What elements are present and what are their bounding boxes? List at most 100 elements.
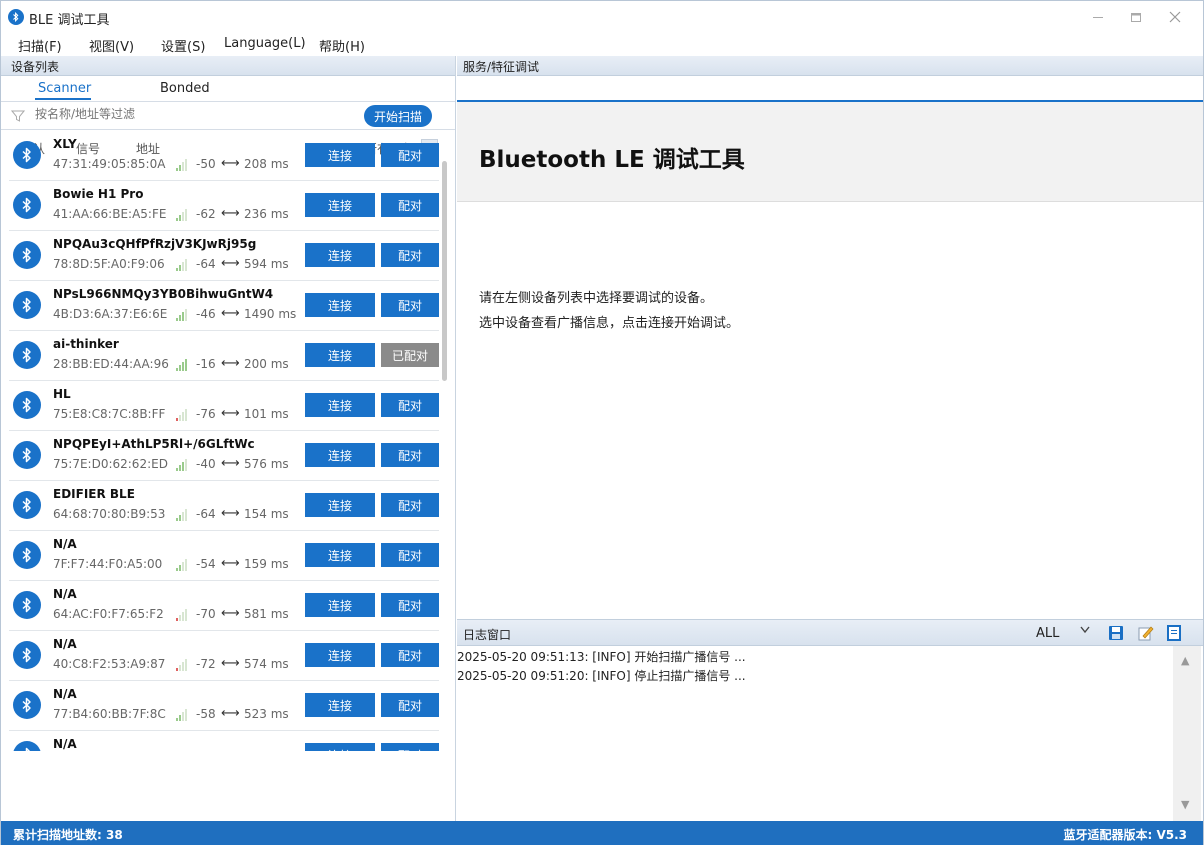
connect-button[interactable]: 连接 — [305, 593, 375, 617]
menu-help[interactable]: 帮助(H) — [319, 36, 365, 55]
device-rssi: -76 — [196, 407, 216, 421]
pair-button[interactable]: 配对 — [381, 643, 439, 667]
start-scan-button[interactable]: 开始扫描 — [364, 105, 432, 127]
scroll-down-icon[interactable]: ▼ — [1181, 798, 1189, 811]
scroll-up-icon[interactable]: ▲ — [1181, 654, 1189, 667]
device-address: 75:E8:C8:7C:8B:FF — [53, 407, 166, 421]
device-row[interactable]: N/A 64:AC:F0:F7:65:F2 -70 ⟷ 581 ms 连接 配对 — [9, 581, 439, 631]
filter-icon — [10, 109, 26, 126]
device-row[interactable]: NPQAu3cQHfPfRzjV3KJwRj95g 78:8D:5F:A0:F9:… — [9, 231, 439, 281]
bluetooth-icon — [13, 491, 41, 519]
connect-button[interactable]: 连接 — [305, 543, 375, 567]
pair-button[interactable]: 配对 — [381, 593, 439, 617]
device-row[interactable]: N/A 77:B4:60:BB:7F:8C -58 ⟷ 523 ms 连接 配对 — [9, 681, 439, 731]
device-rssi: -40 — [196, 457, 216, 471]
interval-arrow-icon: ⟷ — [221, 556, 240, 571]
bluetooth-icon — [13, 191, 41, 219]
device-address: 47:31:49:05:85:0A — [53, 157, 166, 171]
pair-button[interactable]: 配对 — [381, 193, 439, 217]
log-document-icon[interactable] — [1165, 624, 1183, 642]
device-list[interactable]: XLY 47:31:49:05:85:0A -50 ⟷ 208 ms 连接 配对 Bowie … — [1, 131, 441, 751]
connect-button[interactable]: 连接 — [305, 443, 375, 467]
pair-button[interactable]: 配对 — [381, 493, 439, 517]
pair-button[interactable]: 配对 — [381, 243, 439, 267]
signal-bar — [179, 215, 181, 221]
menu-settings[interactable]: 设置(S) — [161, 36, 205, 55]
pair-button[interactable]: 配对 — [381, 443, 439, 467]
device-row[interactable]: N/A 7F:F7:44:F0:A5:00 -54 ⟷ 159 ms 连接 配对 — [9, 531, 439, 581]
signal-strength-icon — [176, 409, 188, 421]
pair-button[interactable]: 配对 — [381, 293, 439, 317]
signal-bar — [185, 159, 187, 171]
tab-bonded[interactable]: Bonded — [160, 81, 210, 96]
pair-button[interactable]: 配对 — [381, 743, 439, 751]
device-name: N/A — [53, 737, 77, 751]
maximize-button[interactable] — [1119, 5, 1153, 29]
device-row[interactable]: NPQPEyI+AthLP5Rl+/6GLftWc 75:7E:D0:62:62:… — [9, 431, 439, 481]
device-row[interactable]: HL 75:E8:C8:7C:8B:FF -76 ⟷ 101 ms 连接 配对 — [9, 381, 439, 431]
edit-clear-icon[interactable] — [1137, 624, 1155, 642]
device-row[interactable]: NPsL966NMQy3YB0BihwuGntW4 4B:D3:6A:37:E6:… — [9, 281, 439, 331]
service-tab-strip — [457, 76, 1203, 102]
connect-button[interactable]: 连接 — [305, 243, 375, 267]
connect-button[interactable]: 连接 — [305, 693, 375, 717]
signal-strength-icon — [176, 359, 188, 371]
device-row[interactable]: N/A 40:C8:F2:53:A9:87 -72 ⟷ 574 ms 连接 配对 — [9, 631, 439, 681]
signal-bar — [185, 559, 187, 571]
device-row[interactable]: N/A54:70:64:2A:8B:33-56⟷2623 ms连接配对 — [9, 731, 439, 751]
signal-bar — [182, 612, 184, 621]
signal-bar — [176, 268, 178, 271]
log-level-select[interactable]: ALL — [1036, 626, 1059, 641]
signal-bar — [182, 562, 184, 571]
menu-view[interactable]: 视图(V) — [89, 36, 134, 55]
pair-button[interactable]: 配对 — [381, 393, 439, 417]
device-list-scrollbar[interactable] — [442, 161, 447, 381]
log-header: 日志窗口 ALL — [457, 620, 1203, 646]
signal-bar — [176, 168, 178, 171]
device-row[interactable]: Bowie H1 Pro 41:AA:66:BE:A5:FE -62 ⟷ 236 ms 连… — [9, 181, 439, 231]
device-row[interactable]: EDIFIER BLE 64:68:70:80:B9:53 -64 ⟷ 154 ms 连接… — [9, 481, 439, 531]
minimize-button[interactable] — [1081, 5, 1115, 29]
device-address: 28:BB:ED:44:AA:96 — [53, 357, 169, 371]
pair-button[interactable]: 配对 — [381, 693, 439, 717]
connect-button[interactable]: 连接 — [305, 343, 375, 367]
connect-button[interactable]: 连接 — [305, 743, 375, 751]
signal-bar — [182, 662, 184, 671]
device-name: ai-thinker — [53, 337, 119, 351]
bluetooth-icon — [13, 691, 41, 719]
connect-button[interactable]: 连接 — [305, 293, 375, 317]
chevron-down-icon[interactable] — [1080, 626, 1090, 637]
device-row[interactable]: XLY 47:31:49:05:85:0A -50 ⟷ 208 ms 连接 配对 — [9, 131, 439, 181]
device-address: 64:68:70:80:B9:53 — [53, 507, 166, 521]
interval-arrow-icon: ⟷ — [221, 656, 240, 671]
save-icon[interactable] — [1107, 624, 1125, 642]
signal-bar — [179, 615, 181, 621]
signal-bar — [182, 512, 184, 521]
menu-scan[interactable]: 扫描(F) — [18, 36, 62, 55]
device-row[interactable]: ai-thinker 28:BB:ED:44:AA:96 -16 ⟷ 200 ms 连接已… — [9, 331, 439, 381]
device-address: 77:B4:60:BB:7F:8C — [53, 707, 166, 721]
log-title: 日志窗口 — [463, 628, 512, 642]
connect-button[interactable]: 连接 — [305, 493, 375, 517]
connect-button[interactable]: 连接 — [305, 143, 375, 167]
signal-bar — [179, 665, 181, 671]
signal-bar — [182, 162, 184, 171]
signal-bar — [176, 568, 178, 571]
connect-button[interactable]: 连接 — [305, 643, 375, 667]
device-interval: 101 ms — [244, 407, 289, 421]
connect-button[interactable]: 连接 — [305, 393, 375, 417]
filter-input[interactable] — [35, 107, 335, 121]
menu-language[interactable]: Language(L) — [224, 36, 306, 51]
tab-scanner[interactable]: Scanner — [38, 81, 91, 96]
instructions: 请在左侧设备列表中选择要调试的设备。 选中设备查看广播信息，点击连接开始调试。 — [479, 286, 739, 336]
close-button[interactable] — [1158, 5, 1192, 29]
device-interval: 581 ms — [244, 607, 289, 621]
log-scrollbar[interactable]: ▲ ▼ — [1173, 646, 1201, 822]
paired-button[interactable]: 已配对 — [381, 343, 439, 367]
pair-button[interactable]: 配对 — [381, 543, 439, 567]
connect-button[interactable]: 连接 — [305, 193, 375, 217]
signal-bar — [179, 315, 181, 321]
device-interval: 208 ms — [244, 157, 289, 171]
device-name: NPQAu3cQHfPfRzjV3KJwRj95g — [53, 237, 257, 251]
pair-button[interactable]: 配对 — [381, 143, 439, 167]
